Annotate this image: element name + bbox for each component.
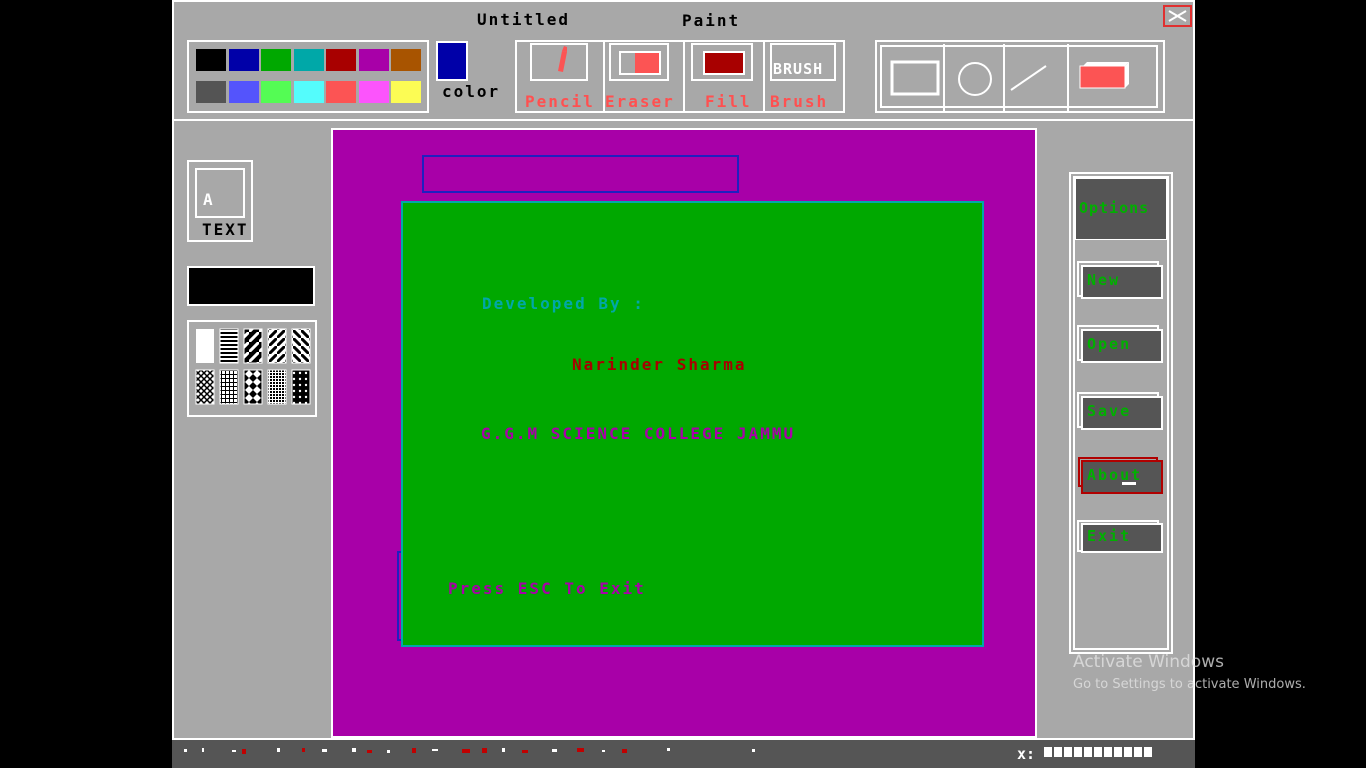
open-button[interactable]: Open bbox=[1081, 329, 1163, 363]
pattern-grid[interactable] bbox=[219, 369, 239, 405]
pattern-slash[interactable] bbox=[243, 328, 263, 364]
brush-label: Brush bbox=[770, 92, 829, 111]
color-swatch[interactable] bbox=[261, 49, 291, 71]
fill-tool[interactable]: Fill bbox=[685, 41, 763, 112]
pattern-crosshatch[interactable] bbox=[195, 369, 215, 405]
status-noise bbox=[184, 748, 755, 754]
eraser-icon-frame bbox=[609, 43, 669, 81]
pencil-icon bbox=[558, 46, 567, 72]
circle-tool[interactable] bbox=[945, 44, 1003, 112]
brush-tool[interactable]: BRUSH Brush bbox=[765, 41, 843, 112]
author-name: Narinder Sharma bbox=[572, 355, 747, 374]
fill-label: Fill bbox=[705, 92, 752, 111]
eraser-label: Eraser bbox=[605, 92, 675, 111]
color-swatch[interactable] bbox=[293, 49, 324, 71]
new-button[interactable]: New bbox=[1081, 265, 1163, 299]
text-icon-letter: A bbox=[203, 190, 215, 209]
coordinates-label: x: bbox=[1017, 745, 1036, 763]
text-tool-label: TEXT bbox=[202, 220, 249, 239]
color-palette bbox=[187, 40, 429, 113]
brush-icon-frame: BRUSH bbox=[770, 43, 836, 81]
line-width-preview[interactable] bbox=[187, 266, 315, 306]
circle-icon bbox=[958, 62, 992, 96]
line-icon bbox=[1010, 65, 1047, 91]
line-tool[interactable] bbox=[1005, 44, 1067, 112]
close-button[interactable] bbox=[1163, 5, 1192, 27]
color-swatch[interactable] bbox=[326, 49, 356, 71]
filled-rectangle-icon bbox=[1079, 62, 1129, 89]
document-title: Untitled bbox=[477, 10, 571, 29]
current-color-swatch bbox=[436, 41, 468, 81]
color-swatch[interactable] bbox=[358, 49, 389, 71]
current-color-label: color bbox=[442, 82, 501, 101]
close-icon bbox=[1168, 10, 1187, 22]
fill-patterns bbox=[187, 320, 317, 417]
color-swatch[interactable] bbox=[326, 81, 356, 103]
pattern-backslash[interactable] bbox=[291, 328, 311, 364]
pattern-dense[interactable] bbox=[267, 369, 287, 405]
color-swatch[interactable] bbox=[358, 81, 389, 103]
fill-icon bbox=[703, 51, 745, 75]
rectangle-icon bbox=[890, 60, 940, 96]
color-swatch[interactable] bbox=[196, 81, 226, 103]
pattern-solid[interactable] bbox=[196, 329, 214, 363]
canvas-drawn-rectangle bbox=[422, 155, 739, 193]
coordinates-value bbox=[1044, 747, 1152, 757]
pencil-label: Pencil bbox=[525, 92, 595, 111]
fill-icon-frame bbox=[691, 43, 753, 81]
text-tool[interactable]: A TEXT bbox=[187, 160, 253, 242]
color-swatch[interactable] bbox=[261, 81, 291, 103]
brush-icon: BRUSH bbox=[773, 60, 824, 78]
rectangle-tool[interactable] bbox=[883, 44, 943, 112]
developed-by-label: Developed By : bbox=[482, 294, 645, 313]
about-dialog: Developed By : Narinder Sharma G.G.M SCI… bbox=[401, 201, 984, 647]
college-name: G.G.M SCIENCE COLLEGE JAMMU bbox=[481, 424, 796, 443]
color-swatch[interactable] bbox=[228, 49, 259, 71]
filled-rectangle-tool[interactable] bbox=[1069, 44, 1157, 112]
patterns-grid bbox=[195, 328, 311, 405]
eraser-icon-part bbox=[621, 53, 635, 73]
save-button[interactable]: Save bbox=[1081, 396, 1163, 430]
eraser-tool[interactable]: Eraser bbox=[605, 41, 683, 112]
pattern-diamond[interactable] bbox=[243, 369, 263, 405]
eraser-icon bbox=[619, 51, 661, 75]
pattern-thin-slash[interactable] bbox=[267, 328, 287, 364]
color-swatch[interactable] bbox=[391, 81, 421, 103]
color-swatch[interactable] bbox=[391, 49, 421, 71]
pencil-icon-frame bbox=[530, 43, 588, 81]
app-title: Paint bbox=[682, 11, 741, 30]
exit-button[interactable]: Exit bbox=[1081, 523, 1163, 553]
color-swatch[interactable] bbox=[196, 49, 226, 71]
color-swatch[interactable] bbox=[293, 81, 324, 103]
color-swatch[interactable] bbox=[228, 81, 259, 103]
press-esc-hint: Press ESC To Exit bbox=[448, 579, 646, 598]
mouse-cursor bbox=[1122, 482, 1136, 485]
options-header: Options bbox=[1075, 178, 1167, 240]
pattern-dots[interactable] bbox=[291, 369, 311, 405]
toolbar-divider bbox=[172, 119, 1195, 121]
status-bar: x: bbox=[172, 740, 1195, 768]
activation-watermark-title: Activate Windows bbox=[1073, 652, 1224, 672]
text-icon: A bbox=[195, 168, 245, 218]
about-button[interactable]: About bbox=[1081, 460, 1163, 494]
pencil-tool[interactable]: Pencil bbox=[516, 41, 602, 112]
activation-watermark-text: Go to Settings to activate Windows. bbox=[1073, 677, 1306, 692]
pattern-hlines[interactable] bbox=[219, 328, 239, 364]
